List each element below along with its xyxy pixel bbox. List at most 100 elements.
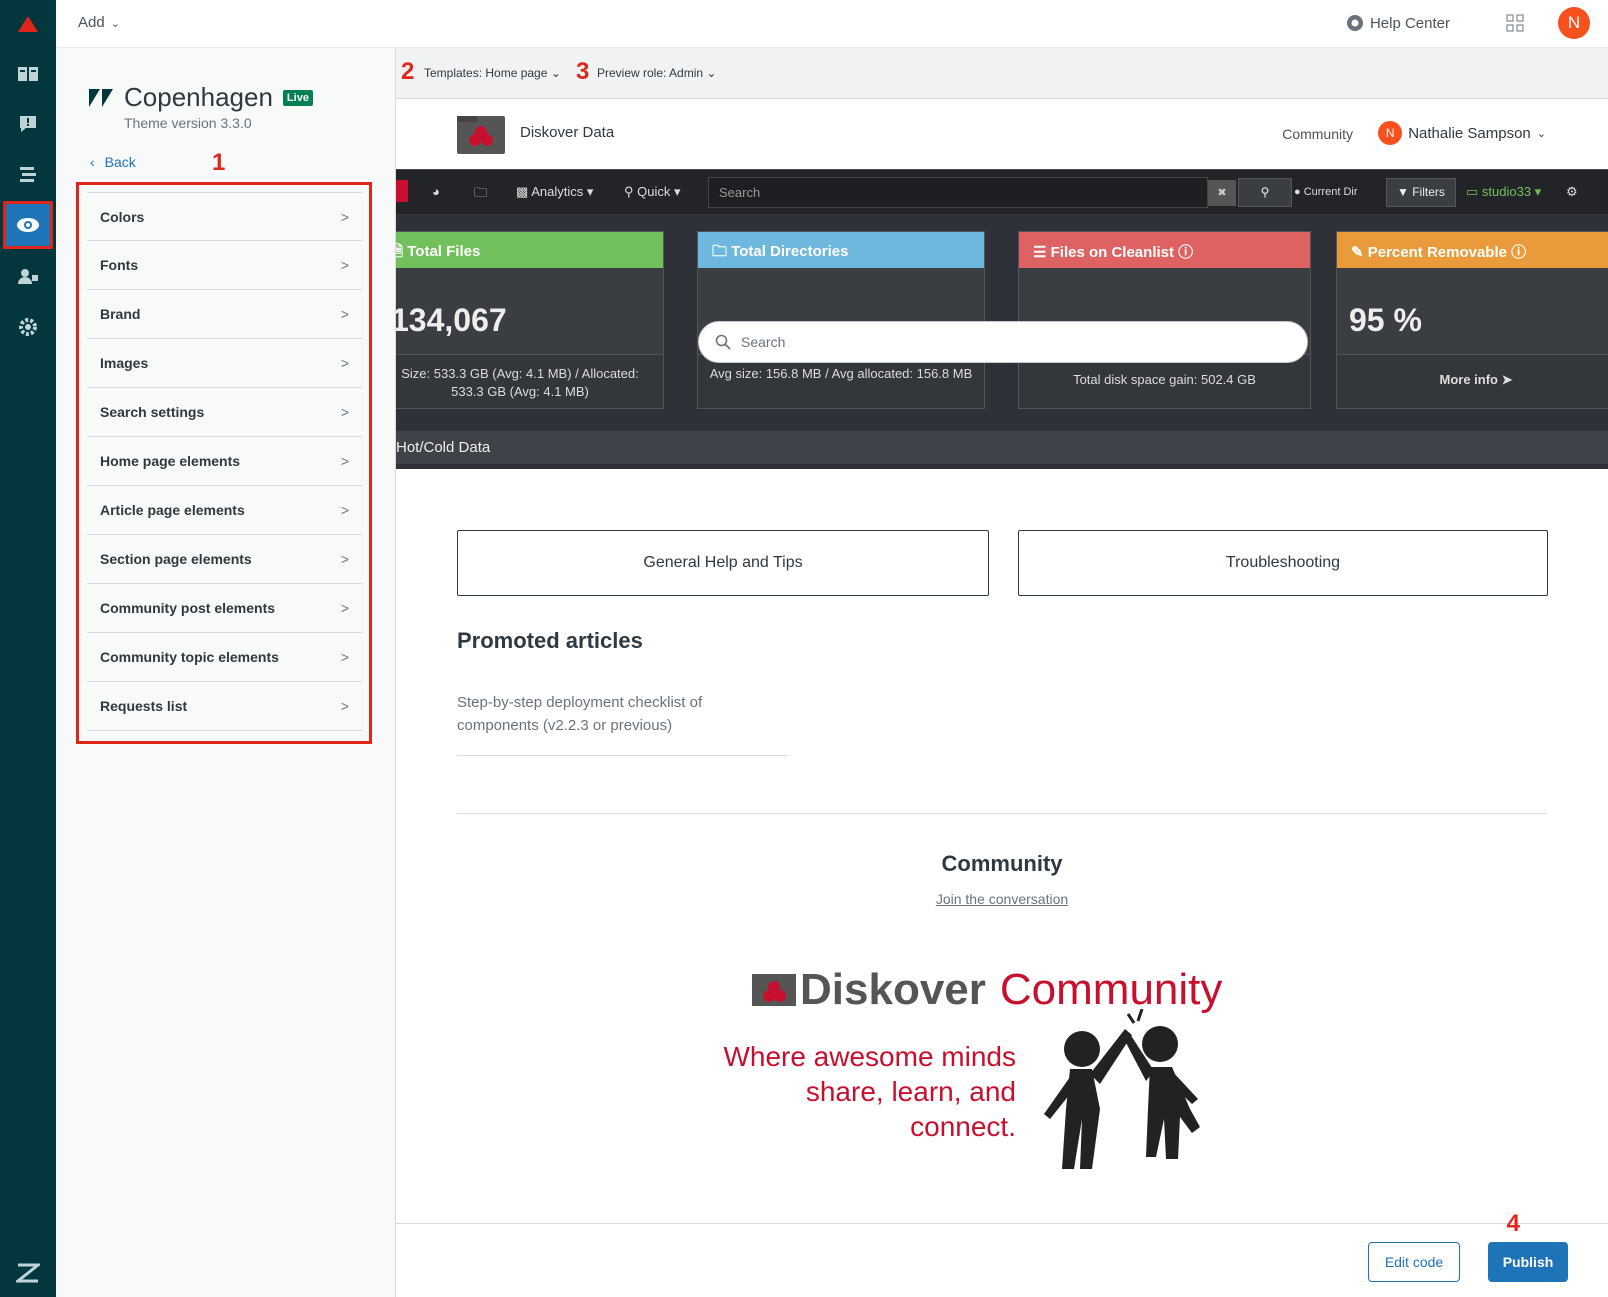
menu-item-requests-list[interactable]: Requests list > xyxy=(87,682,363,731)
chevron-down-icon: ⌄ xyxy=(1536,127,1546,140)
diskover-mini-logo-icon xyxy=(396,180,408,205)
annotation-number-3: 3 xyxy=(576,58,590,85)
edit-code-button[interactable]: Edit code xyxy=(1368,1242,1460,1282)
dashboard-gauge-icon[interactable]: ◕ xyxy=(432,184,440,199)
menu-item-community-post-elements[interactable]: Community post elements > xyxy=(87,584,363,633)
community-heading: Community xyxy=(941,851,1063,876)
community-nav-link[interactable]: Community xyxy=(1282,126,1353,142)
back-label: Back xyxy=(104,154,136,170)
promoted-articles-heading: Promoted articles xyxy=(457,628,643,653)
divider xyxy=(457,813,1547,814)
template-selector[interactable]: Templates: Home page ⌄ xyxy=(424,66,561,80)
product-nav-rail xyxy=(0,0,56,1297)
filters-button[interactable]: ▼ Filters xyxy=(1386,178,1456,207)
menu-item-article-page-elements[interactable]: Article page elements > xyxy=(87,486,363,535)
search-placeholder: Search xyxy=(741,334,786,350)
editor-footer: 4 Edit code Publish xyxy=(396,1210,1608,1297)
menu-item-fonts[interactable]: Fonts > xyxy=(87,241,363,290)
help-center-label: Help Center xyxy=(1369,14,1450,32)
search-submit-icon[interactable]: ⚲ xyxy=(1238,178,1292,207)
feedback-icon[interactable] xyxy=(0,100,56,148)
menu-item-community-topic-elements[interactable]: Community topic elements > xyxy=(87,633,363,682)
help-center-link[interactable]: Help Center xyxy=(1346,14,1450,32)
add-menu[interactable]: Add ⌄ xyxy=(78,14,120,31)
chevron-right-icon: > xyxy=(340,208,349,225)
diskover-logo[interactable] xyxy=(457,116,505,154)
menu-item-home-page-elements[interactable]: Home page elements > xyxy=(87,437,363,486)
chevron-right-icon: > xyxy=(340,306,349,322)
chevron-right-icon: > xyxy=(340,453,349,469)
customize-design-icon[interactable] xyxy=(3,201,53,249)
clear-search-icon[interactable]: ✖ xyxy=(1208,180,1236,206)
hot-cold-data-bar: Hot/Cold Data xyxy=(396,431,1608,464)
zendesk-z-icon xyxy=(0,1249,56,1297)
chevron-right-icon: > xyxy=(340,355,349,371)
help-center-header: Diskover Data Community N Nathalie Samps… xyxy=(396,99,1608,169)
chevron-right-icon: > xyxy=(340,502,349,518)
chevron-right-icon: > xyxy=(340,551,349,567)
diskover-community-banner: Diskover Community xyxy=(752,965,1222,1015)
arrange-content-icon[interactable] xyxy=(0,150,56,198)
banner-word-community: Community xyxy=(999,965,1223,1014)
folder-icon[interactable]: 🗀 xyxy=(474,184,487,206)
zendesk-mark-icon xyxy=(89,88,113,107)
search-icon xyxy=(715,334,731,350)
percent-removable-card: ✎ Percent Removable ⓘ 95 % More info ➤ xyxy=(1336,231,1608,409)
total-directories-card: 🗀 Total Directories Avg size: 156.8 MB /… xyxy=(697,231,985,409)
diskover-navbar: ◕ 🗀 ▩ Analytics ▾ ⚲ Quick ▾ Search ✖ ⚲ ●… xyxy=(396,169,1608,214)
site-title[interactable]: Diskover Data xyxy=(520,124,614,141)
more-info-link[interactable]: More info ➤ xyxy=(1337,354,1608,408)
host-selector[interactable]: ▭ studio33 ▾ xyxy=(1466,184,1541,200)
theme-preview: Diskover Data Community N Nathalie Samps… xyxy=(396,99,1608,1223)
user-menu[interactable]: N Nathalie Sampson ⌄ xyxy=(1378,121,1546,145)
annotation-number-4: 4 xyxy=(1506,1210,1520,1237)
lifebuoy-icon xyxy=(1346,15,1363,31)
card-value: 134,067 xyxy=(396,302,507,338)
back-link[interactable]: ‹ Back xyxy=(90,154,136,170)
top-bar: Add ⌄ Help Center N xyxy=(56,0,1608,48)
annotation-number-2: 2 xyxy=(401,58,415,85)
card-footer: Size: 533.3 GB (Avg: 4.1 MB) / Allocated… xyxy=(396,354,663,408)
user-avatar[interactable]: N xyxy=(1558,7,1590,39)
diskover-dashboard-banner: ◕ 🗀 ▩ Analytics ▾ ⚲ Quick ▾ Search ✖ ⚲ ●… xyxy=(396,169,1608,469)
user-avatar-small: N xyxy=(1378,121,1403,145)
category-block-general-help[interactable]: General Help and Tips xyxy=(457,530,989,596)
current-dir-toggle[interactable]: ● Current Dir xyxy=(1294,186,1358,198)
product-tray-icon[interactable] xyxy=(1506,14,1524,37)
help-center-search-input[interactable]: Search xyxy=(698,321,1308,363)
menu-item-brand[interactable]: Brand > xyxy=(87,290,363,339)
menu-item-images[interactable]: Images > xyxy=(87,339,363,388)
join-conversation-link[interactable]: Join the conversation xyxy=(396,891,1608,907)
menu-item-colors[interactable]: Colors > xyxy=(87,192,363,241)
banner-tagline: Where awesome minds share, learn, and co… xyxy=(723,1041,1016,1142)
zendesk-logo-icon[interactable] xyxy=(0,0,56,48)
chevron-right-icon: > xyxy=(340,649,349,665)
knowledge-icon[interactable] xyxy=(0,50,56,98)
settings-menu: Colors > Fonts > Brand > Images > Search set… xyxy=(87,192,363,731)
menu-item-section-page-elements[interactable]: Section page elements > xyxy=(87,535,363,584)
chevron-right-icon: > xyxy=(340,404,349,420)
promoted-article-link[interactable]: Step-by-step deployment checklist of com… xyxy=(457,691,787,756)
user-permissions-icon[interactable] xyxy=(0,252,56,300)
theme-name: Copenhagen xyxy=(124,82,273,112)
preview-toolbar: 2 Templates: Home page ⌄ 3 Preview role:… xyxy=(396,48,1608,99)
menu-item-search-settings[interactable]: Search settings > xyxy=(87,388,363,437)
card-value: 95 % xyxy=(1349,302,1422,338)
chevron-right-icon: > xyxy=(340,257,349,273)
diskover-search-input[interactable]: Search xyxy=(708,177,1208,208)
category-block-troubleshooting[interactable]: Troubleshooting xyxy=(1018,530,1548,596)
gear-icon[interactable]: ⚙ xyxy=(1566,184,1578,200)
total-files-card: 🗎 Total Files 134,067 Size: 533.3 GB (Av… xyxy=(396,231,664,409)
user-name: Nathalie Sampson xyxy=(1408,124,1531,142)
preview-role-selector[interactable]: Preview role: Admin ⌄ xyxy=(597,66,716,80)
banner-word-diskover: Diskover xyxy=(800,965,986,1014)
high-five-illustration-icon xyxy=(1044,1009,1200,1169)
analytics-menu[interactable]: ▩ Analytics ▾ xyxy=(516,184,593,200)
annotation-number-1: 1 xyxy=(212,149,226,176)
settings-gear-icon[interactable] xyxy=(0,303,56,351)
chevron-down-icon: ⌄ xyxy=(706,66,717,80)
quick-menu[interactable]: ⚲ Quick ▾ xyxy=(624,184,681,200)
chevron-right-icon: > xyxy=(340,600,349,616)
card-header: 🗎 Total Files xyxy=(396,232,663,268)
publish-button[interactable]: Publish xyxy=(1488,1242,1568,1282)
